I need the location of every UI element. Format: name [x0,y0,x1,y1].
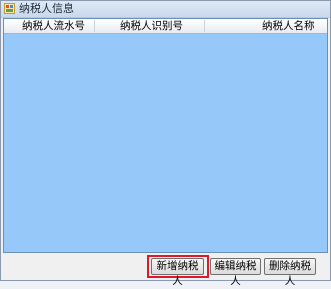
column-separator [204,20,205,32]
title-bar: 纳税人信息 [1,1,330,18]
edit-taxpayer-button[interactable]: 编辑纳税人 [210,258,261,287]
column-header-taxpayer-id[interactable]: 纳税人识别号 [120,19,183,33]
delete-taxpayer-button[interactable]: 删除纳税人 [264,258,316,287]
app-form-icon [4,3,15,14]
table-header: 纳税人流水号 纳税人识别号 纳税人名称 [4,19,327,34]
button-bar: 新增纳税人 编辑纳税人 删除纳税人 [3,253,328,287]
column-separator [94,20,95,32]
column-header-taxpayer-name[interactable]: 纳税人名称 [262,19,315,33]
taxpayer-table[interactable]: 纳税人流水号 纳税人识别号 纳税人名称 [3,18,328,253]
column-header-serial-number[interactable]: 纳税人流水号 [22,19,85,33]
window-title: 纳税人信息 [19,2,74,15]
taxpayer-info-window: 纳税人信息 纳税人流水号 纳税人识别号 纳税人名称 新增纳税人 编辑纳税人 删除… [0,0,331,287]
add-taxpayer-button[interactable]: 新增纳税人 [151,258,204,287]
